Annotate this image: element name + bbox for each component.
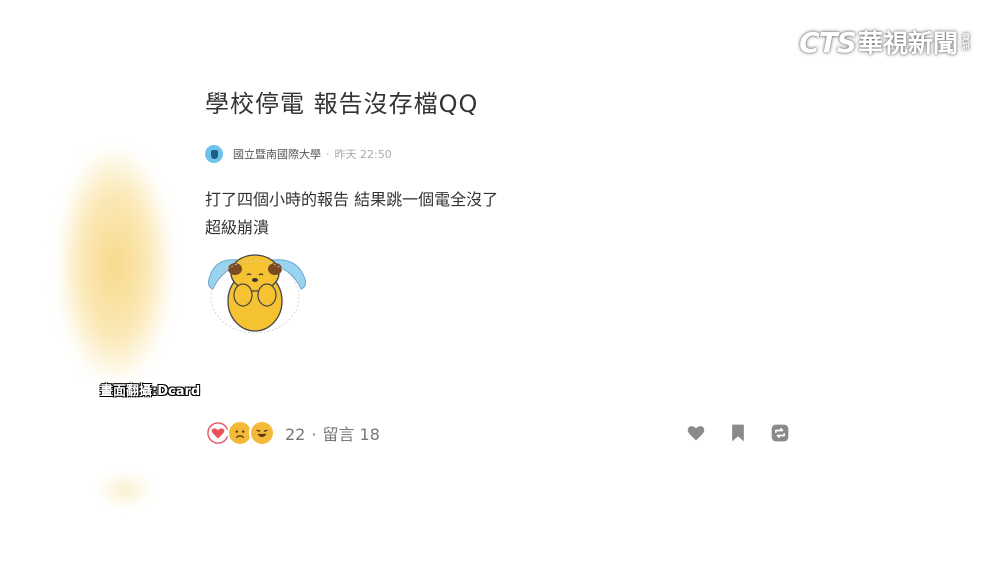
post-body-line: 打了四個小時的報告 結果跳一個電全沒了 — [205, 190, 499, 209]
action-icons — [686, 423, 790, 443]
logo-latin: CTS — [799, 25, 857, 59]
post-title: 學校停電 報告沒存檔QQ — [205, 90, 479, 118]
reaction-summary[interactable] — [205, 420, 275, 446]
laugh-face-icon — [249, 420, 275, 446]
post-meta: 國立暨南國際大學 · 昨天 22:50 — [205, 145, 805, 163]
share-icon[interactable] — [770, 423, 790, 443]
bookmark-icon[interactable] — [728, 423, 748, 443]
comment-count[interactable]: 留言 18 — [322, 425, 379, 444]
crying-dog-sticker — [208, 254, 306, 334]
logo-small: 資訊 — [962, 33, 970, 51]
source-caption: 畫面翻攝:Dcard — [100, 384, 201, 399]
post: 學校停電 報告沒存檔QQ 國立暨南國際大學 · 昨天 22:50 打了四個小時的… — [205, 84, 805, 334]
meta-separator: · — [326, 147, 330, 161]
post-body: 打了四個小時的報告 結果跳一個電全沒了 超級崩潰 — [205, 186, 805, 242]
count-separator: · — [311, 425, 317, 444]
post-time: 昨天 22:50 — [334, 148, 392, 161]
school-name[interactable]: 國立暨南國際大學 — [233, 146, 321, 162]
reaction-count: 22 — [285, 425, 306, 444]
engagement-counts: 22 · 留言 18 — [285, 421, 380, 445]
blurred-background-element — [95, 470, 155, 510]
cts-news-logo: CTS 華視新聞 資訊 — [799, 24, 972, 60]
like-icon[interactable] — [686, 423, 706, 443]
post-body-line: 超級崩潰 — [205, 218, 270, 237]
school-badge-icon[interactable] — [205, 145, 223, 163]
post-actions-bar: 22 · 留言 18 — [205, 418, 790, 448]
blurred-background-sticker — [60, 150, 170, 380]
logo-cjk: 華視新聞 — [857, 29, 958, 58]
